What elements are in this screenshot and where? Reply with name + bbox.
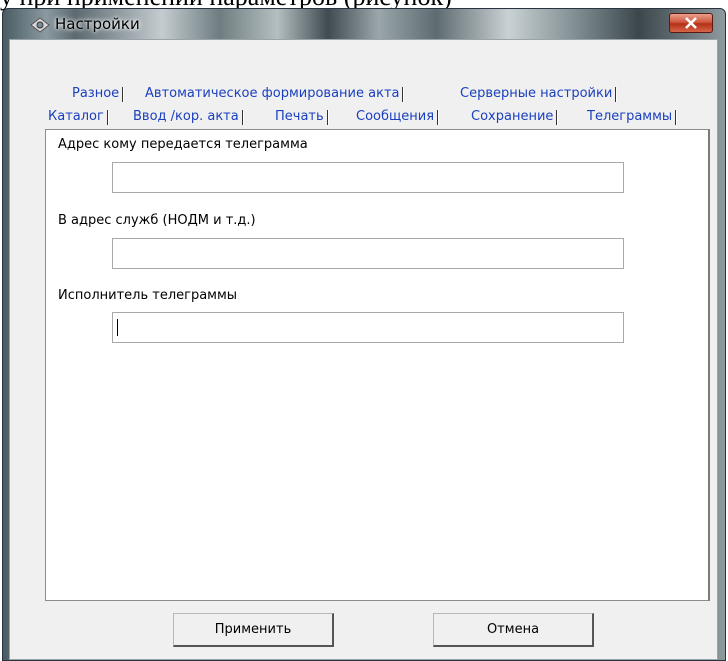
close-x-icon (685, 17, 697, 29)
settings-diamond-icon (30, 17, 50, 33)
apply-button[interactable]: Применить (173, 613, 334, 647)
tab-server-settings[interactable]: Серверные настройки (460, 84, 617, 104)
recipient-address-label: Адрес кому передается телеграмма (58, 137, 308, 152)
tab-act-entry[interactable]: Ввод /кор. акта (133, 107, 243, 127)
recipient-address-input[interactable] (112, 162, 624, 193)
cancel-button[interactable]: Отмена (433, 613, 594, 647)
services-address-input[interactable] (112, 238, 624, 269)
telegrams-tab-panel (45, 129, 710, 601)
title-bar[interactable]: Настройки (3, 9, 725, 39)
tab-misc[interactable]: Разное (72, 84, 124, 104)
tab-messages[interactable]: Сообщения (356, 107, 439, 127)
settings-window: Настройки Разное Автоматическое формиров… (2, 8, 726, 661)
tab-catalog[interactable]: Каталог (48, 107, 108, 127)
tab-telegrams[interactable]: Телеграммы (587, 107, 677, 127)
window-title: Настройки (55, 15, 140, 33)
tab-saving[interactable]: Сохранение (471, 107, 558, 127)
close-button[interactable] (669, 13, 713, 33)
tab-print[interactable]: Печать (275, 107, 328, 127)
telegram-executor-label: Исполнитель телеграммы (58, 288, 238, 303)
text-caret (117, 319, 118, 336)
services-address-label: В адрес служб (НОДМ и т.д.) (58, 213, 256, 228)
tab-auto-act-generation[interactable]: Автоматическое формирование акта (145, 84, 404, 104)
telegram-executor-input[interactable] (112, 312, 624, 343)
dialog-client-area: Разное Автоматическое формирование акта … (9, 39, 718, 660)
